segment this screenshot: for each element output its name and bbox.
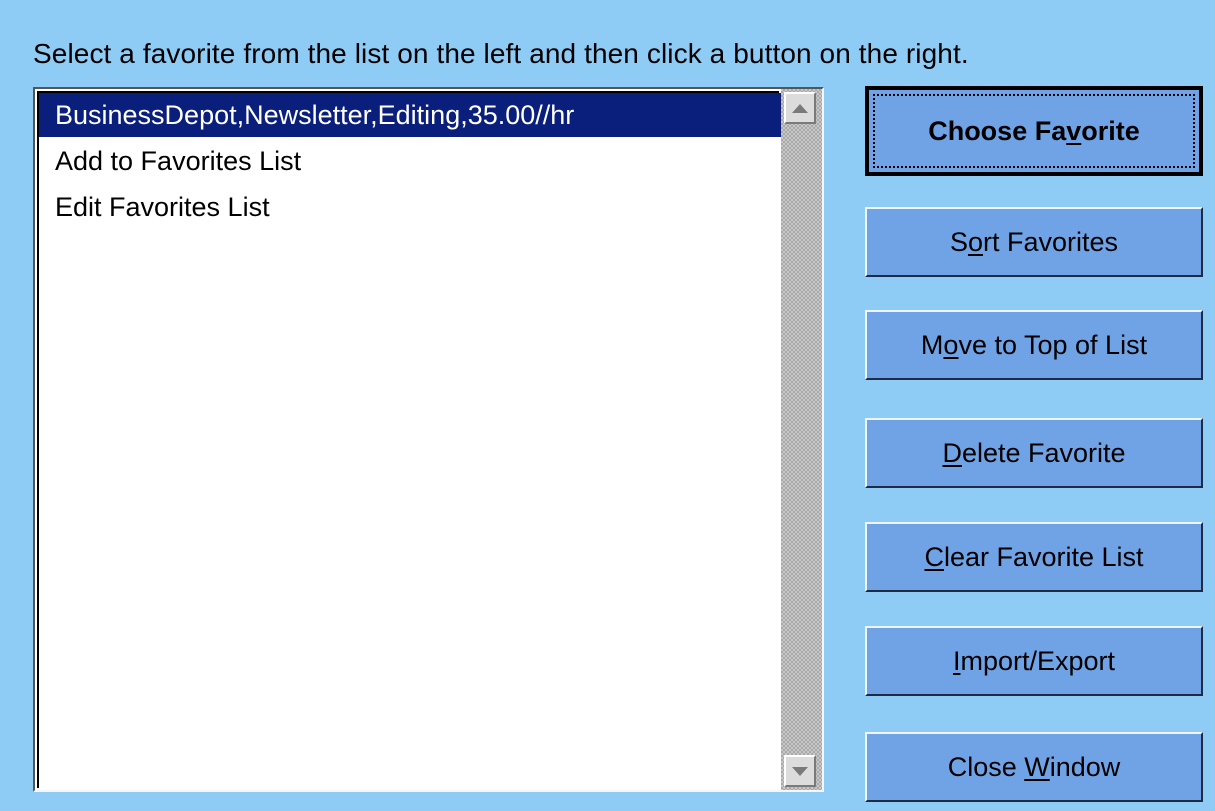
scroll-up-button[interactable] <box>784 92 816 124</box>
listbox-content: BusinessDepot,Newsletter,Editing,35.00//… <box>37 91 784 788</box>
choose-favorite-mnemonic: v <box>1066 116 1082 146</box>
clear-label-post: lear Favorite List <box>943 542 1144 572</box>
delete-favorite-button[interactable]: Delete Favorite <box>865 418 1203 488</box>
close-mnemonic: W <box>1024 752 1050 782</box>
import-export-button[interactable]: Import/Export <box>865 626 1203 696</box>
scroll-down-button[interactable] <box>784 755 816 787</box>
choose-favorite-button[interactable]: Choose Favorite <box>865 86 1203 176</box>
move-label-post: ve to Top of List <box>958 330 1148 360</box>
vertical-scrollbar[interactable] <box>781 89 822 790</box>
sort-label-post: rt Favorites <box>983 227 1119 257</box>
import-label-post: mport/Export <box>960 646 1116 676</box>
sort-favorites-button[interactable]: Sort Favorites <box>865 207 1203 277</box>
move-to-top-button[interactable]: Move to Top of List <box>865 310 1203 380</box>
list-item[interactable]: BusinessDepot,Newsletter,Editing,35.00//… <box>39 93 784 137</box>
list-item[interactable]: Edit Favorites List <box>39 185 270 229</box>
move-mnemonic: o <box>943 330 959 360</box>
choose-favorite-label-pre: Choose Fa <box>928 116 1067 146</box>
close-label-pre: Close <box>947 752 1025 782</box>
clear-mnemonic: C <box>924 542 944 572</box>
clear-favorite-list-button[interactable]: Clear Favorite List <box>865 522 1203 592</box>
list-item[interactable]: Add to Favorites List <box>39 139 301 183</box>
move-label-pre: M <box>920 330 944 360</box>
chevron-down-icon <box>792 766 808 776</box>
close-window-button[interactable]: Close Window <box>865 732 1203 802</box>
chevron-up-icon <box>792 103 808 113</box>
choose-favorite-label-post: orite <box>1081 116 1140 146</box>
favorites-listbox[interactable]: BusinessDepot,Newsletter,Editing,35.00//… <box>33 87 824 792</box>
sort-mnemonic: o <box>967 227 983 257</box>
close-label-post: indow <box>1049 752 1121 782</box>
sort-label-pre: S <box>949 227 968 257</box>
delete-mnemonic: D <box>942 438 962 468</box>
instruction-text: Select a favorite from the list on the l… <box>33 38 969 69</box>
delete-label-post: elete Favorite <box>961 438 1126 468</box>
favorites-dialog: Select a favorite from the list on the l… <box>0 0 1215 811</box>
